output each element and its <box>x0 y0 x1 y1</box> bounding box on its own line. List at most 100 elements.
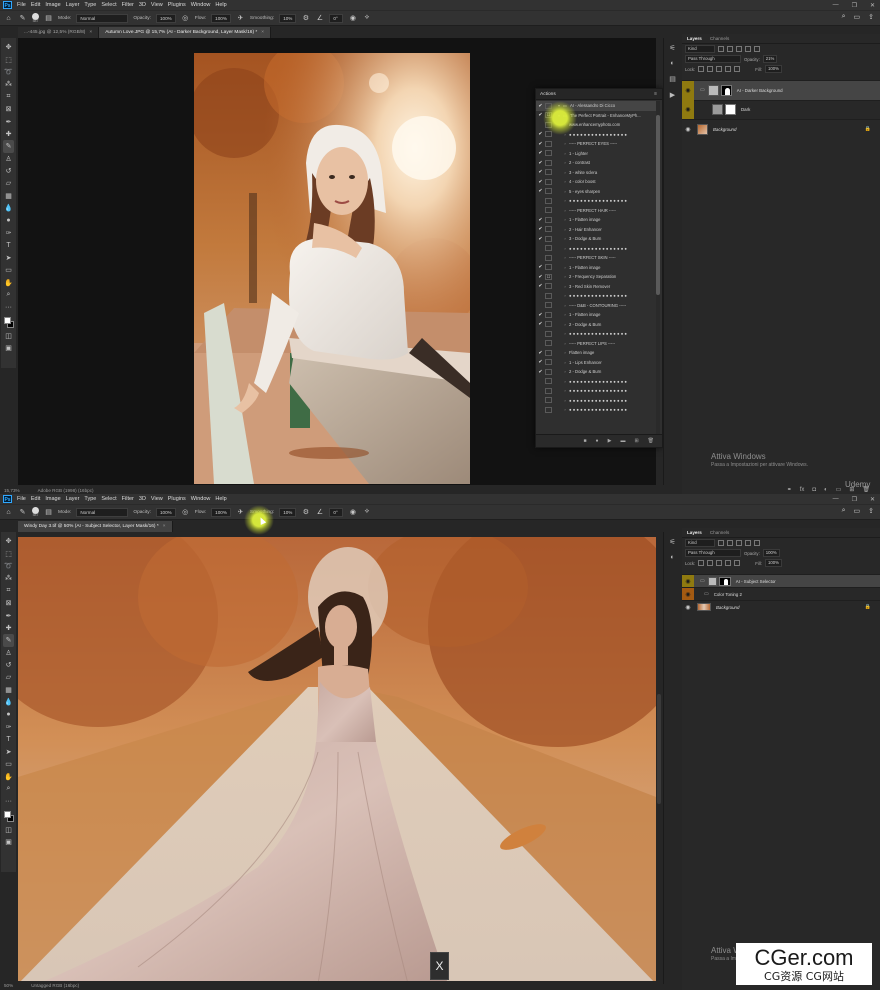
action-toggle-checkbox[interactable]: ✔ <box>536 217 545 223</box>
layer-mask-thumbnail[interactable] <box>725 104 736 116</box>
action-toggle-checkbox[interactable]: ✔ <box>536 188 545 194</box>
zoom-level[interactable]: 50% <box>4 983 13 988</box>
action-toggle-checkbox[interactable]: ✔ <box>536 274 545 280</box>
type-filter-icon[interactable] <box>736 46 742 52</box>
share-icon[interactable]: ⇪ <box>868 13 874 21</box>
action-toggle-checkbox[interactable]: ✔ <box>536 350 545 356</box>
share-icon[interactable]: ⇪ <box>868 507 874 515</box>
delete-icon[interactable]: 🗑 <box>648 438 654 444</box>
scrollbar-thumb[interactable] <box>656 115 660 295</box>
action-toggle-checkbox[interactable]: ✔ <box>536 321 545 327</box>
mode-select[interactable]: Normal <box>76 507 129 517</box>
action-toggle-checkbox[interactable]: ✔ <box>536 264 545 270</box>
action-row[interactable]: ✔ › 1 - Lighter <box>536 149 656 159</box>
screen-mode-icon[interactable]: ▣ <box>3 342 14 354</box>
expand-arrow-icon[interactable]: › <box>561 151 569 156</box>
action-toggle-checkbox[interactable]: ✔ <box>536 131 545 137</box>
layer-mask-thumbnail[interactable] <box>720 84 732 96</box>
zoom-tool-icon[interactable]: ⌕ <box>3 289 14 301</box>
lock-all-icon[interactable] <box>734 560 741 566</box>
smoothing-field[interactable]: 10% <box>279 13 297 23</box>
expand-arrow-icon[interactable]: › <box>561 322 569 327</box>
marquee-tool-icon[interactable]: ⬚ <box>3 547 14 559</box>
menu-layer[interactable]: Layer <box>66 2 80 8</box>
brush-tool-icon[interactable]: ✎ <box>3 140 14 153</box>
expand-arrow-icon[interactable]: › <box>561 360 569 365</box>
new-action-icon[interactable]: ⊞ <box>634 438 638 444</box>
kind-filter[interactable]: Kind <box>685 539 715 547</box>
dialog-toggle-checkbox[interactable] <box>545 387 552 394</box>
menu-help[interactable]: Help <box>215 496 226 502</box>
color-swatches[interactable] <box>3 316 15 330</box>
action-row[interactable]: ✔ › 2 - contrast <box>536 158 656 168</box>
menu-plugins[interactable]: Plugins <box>168 496 186 502</box>
expand-arrow-icon[interactable]: › <box>561 208 569 213</box>
layer-row[interactable]: ◉ ▭ Color Toning 2 <box>682 587 880 601</box>
menu-type[interactable]: Type <box>84 2 96 8</box>
blend-mode-select[interactable]: Pass Through <box>685 55 741 63</box>
action-row[interactable]: ✔ › 3 - Red Skin Remover <box>536 282 656 292</box>
dialog-toggle-checkbox[interactable] <box>545 311 552 318</box>
eraser-tool-icon[interactable]: ▱ <box>3 671 14 683</box>
action-row[interactable]: ✔ › 5 - eyes sharpen <box>536 187 656 197</box>
menu-3d[interactable]: 3D <box>139 2 146 8</box>
action-row[interactable]: ✔ › 4 - color boost <box>536 177 656 187</box>
fill-field[interactable]: 100% <box>764 65 782 73</box>
layer-row[interactable]: ◉ Background 🔒 <box>682 119 880 139</box>
screen-mode-icon[interactable]: ▣ <box>3 836 14 848</box>
properties-icon[interactable]: ⚟ <box>669 538 675 546</box>
gradient-tool-icon[interactable]: ▦ <box>3 684 14 696</box>
action-toggle-checkbox[interactable]: ✔ <box>536 103 545 109</box>
lasso-tool-icon[interactable]: ➰ <box>3 66 14 78</box>
visibility-eye-icon[interactable]: ◉ <box>682 100 694 120</box>
new-set-icon[interactable]: ▬ <box>620 438 625 444</box>
menu-3d[interactable]: 3D <box>139 496 146 502</box>
dialog-toggle-checkbox[interactable] <box>545 397 552 404</box>
workspace-icon[interactable]: ▭ <box>854 507 861 515</box>
libraries-icon[interactable]: ▤ <box>669 75 676 83</box>
shape-tool-icon[interactable]: ▭ <box>3 264 14 276</box>
action-toggle-checkbox[interactable]: ✔ <box>536 226 545 232</box>
zoom-tool-icon[interactable]: ⌕ <box>3 783 14 795</box>
action-row[interactable]: ✔ › 1 - Lips Enhancer <box>536 358 656 368</box>
pressure-opacity-icon[interactable]: ◎ <box>181 14 190 23</box>
menu-plugins[interactable]: Plugins <box>168 2 186 8</box>
actions-play-icon[interactable]: ▶ <box>670 91 675 99</box>
maximize-icon[interactable]: ❐ <box>852 496 857 503</box>
menu-select[interactable]: Select <box>101 496 116 502</box>
smoothing-field[interactable]: 10% <box>279 507 297 517</box>
action-row[interactable]: › ● ● ● ● ● ● ● ● ● ● ● ● ● ● ● ● <box>536 196 656 206</box>
blur-tool-icon[interactable]: 💧 <box>3 696 14 708</box>
dialog-toggle-checkbox[interactable] <box>545 254 552 261</box>
expand-arrow-icon[interactable]: › <box>561 255 569 260</box>
actions-panel-header[interactable]: Actions ≡ <box>536 89 662 100</box>
blur-tool-icon[interactable]: 💧 <box>3 202 14 214</box>
link-layers-icon[interactable]: ⚭ <box>787 486 792 493</box>
action-toggle-checkbox[interactable]: ✔ <box>536 369 545 375</box>
action-row[interactable]: ✔ › 2 - Hair Enhancer <box>536 225 656 235</box>
type-tool-icon[interactable]: T <box>3 239 14 251</box>
properties-icon[interactable]: ⚟ <box>669 44 675 52</box>
angle-field[interactable]: 0° <box>329 507 344 517</box>
gear-icon[interactable]: ⚙ <box>301 508 310 517</box>
tab-document-1[interactable]: Windy Day 3.tif @ 50% (AI - Subject Sele… <box>18 521 173 532</box>
opacity-field[interactable]: 100% <box>155 13 176 23</box>
dialog-toggle-checkbox[interactable] <box>545 245 552 252</box>
menu-filter[interactable]: Filter <box>122 496 134 502</box>
action-toggle-checkbox[interactable]: ✔ <box>536 141 545 147</box>
dialog-toggle-checkbox[interactable] <box>545 292 552 299</box>
action-row[interactable]: ✔ › 1 - Flatten image <box>536 310 656 320</box>
play-icon[interactable]: ▶ <box>608 438 612 444</box>
stamp-tool-icon[interactable]: ♙ <box>3 647 14 659</box>
dialog-toggle-checkbox[interactable] <box>545 226 552 233</box>
minimize-icon[interactable]: — <box>833 2 839 8</box>
expand-arrow-icon[interactable]: › <box>561 236 569 241</box>
expand-arrow-icon[interactable]: › <box>561 227 569 232</box>
action-toggle-checkbox[interactable]: ✔ <box>536 312 545 318</box>
path-select-tool-icon[interactable]: ➤ <box>3 746 14 758</box>
tab-layers[interactable]: Layers <box>687 530 702 535</box>
record-icon[interactable]: ● <box>596 438 599 444</box>
dialog-toggle-checkbox[interactable] <box>545 340 552 347</box>
hand-tool-icon[interactable]: ✋ <box>3 770 14 782</box>
action-row[interactable]: › ----- PERFECT LIPS ----- <box>536 339 656 349</box>
